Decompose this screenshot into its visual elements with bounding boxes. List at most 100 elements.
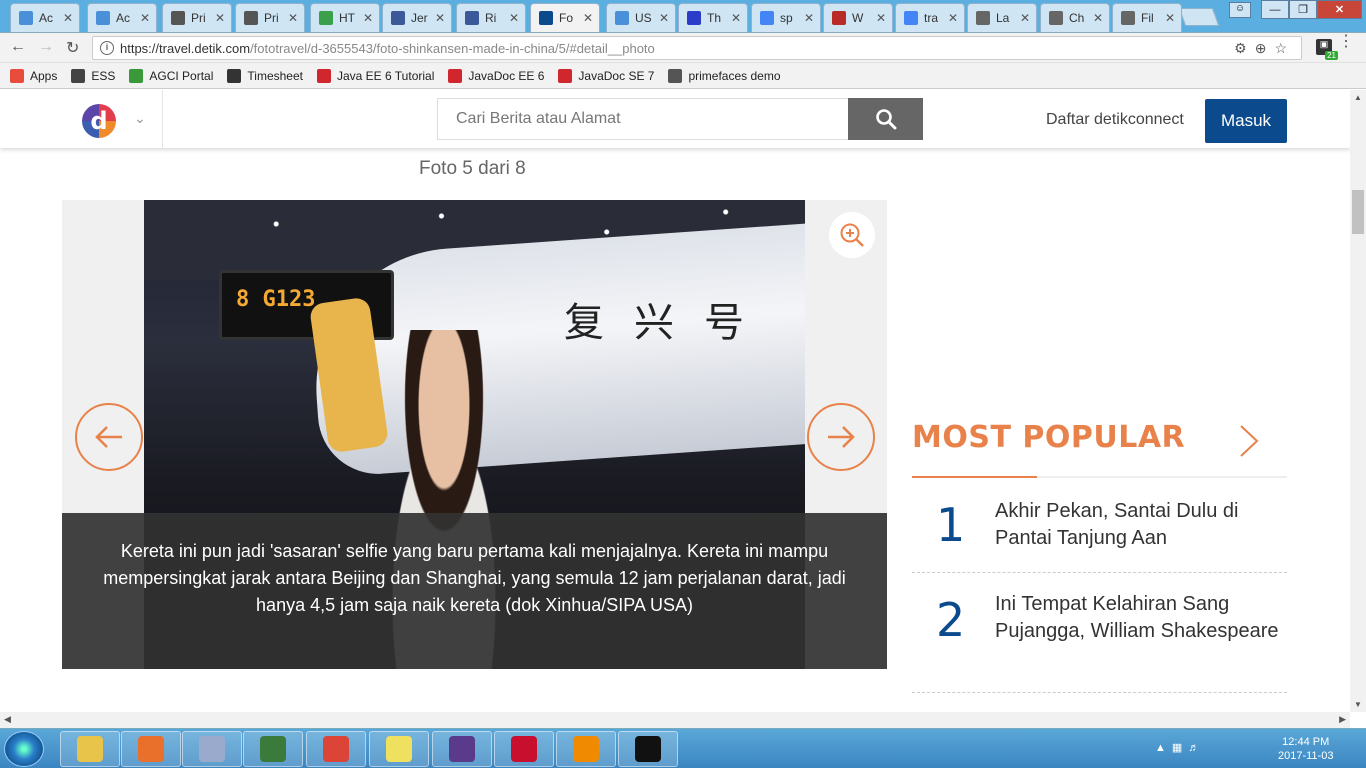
new-tab-button[interactable] [1178, 8, 1220, 26]
browser-tab[interactable]: Ac ✕ [10, 3, 80, 32]
browser-tab[interactable]: sp ✕ [751, 3, 821, 32]
taskbar-app-button[interactable] [243, 731, 303, 767]
bookmark-label: AGCI Portal [149, 68, 214, 83]
tab-label: Pri [191, 11, 206, 25]
tab-close-icon[interactable]: ✕ [804, 11, 814, 25]
close-window-button[interactable]: ✕ [1317, 0, 1362, 19]
maximize-button[interactable]: ❐ [1289, 0, 1317, 19]
tab-close-icon[interactable]: ✕ [435, 11, 445, 25]
search-button[interactable] [848, 98, 923, 140]
tab-close-icon[interactable]: ✕ [63, 11, 73, 25]
browser-tab[interactable]: Ac ✕ [87, 3, 157, 32]
popular-title[interactable]: Akhir Pekan, Santai Dulu di Pantai Tanju… [995, 498, 1280, 552]
start-button[interactable] [4, 731, 44, 767]
reload-icon[interactable]: ↻ [66, 38, 79, 58]
taskbar-app-button[interactable] [494, 731, 554, 767]
bookmark-star-icon[interactable]: ☆ [1274, 40, 1295, 56]
taskbar-app-button[interactable] [60, 731, 120, 767]
tab-close-icon[interactable]: ✕ [288, 11, 298, 25]
browser-tab[interactable]: tra ✕ [895, 3, 965, 32]
bookmark-item[interactable]: Java EE 6 Tutorial [316, 68, 434, 83]
popular-rank: 2 [936, 593, 966, 647]
tab-close-icon[interactable]: ✕ [731, 11, 741, 25]
previous-photo-button[interactable] [75, 403, 143, 471]
taskbar-app-button[interactable] [556, 731, 616, 767]
horizontal-scrollbar[interactable]: ◀ ▶ [0, 712, 1350, 728]
scroll-down-icon[interactable]: ▼ [1354, 700, 1362, 709]
menu-dots-icon[interactable]: ⋮ [1338, 34, 1354, 50]
forward-icon[interactable]: → [38, 38, 54, 56]
tab-close-icon[interactable]: ✕ [509, 11, 519, 25]
translate-icon[interactable]: ⚙ [1234, 40, 1255, 56]
zoom-in-button[interactable] [829, 212, 875, 258]
browser-tab[interactable]: W ✕ [823, 3, 893, 32]
browser-tab[interactable]: La ✕ [967, 3, 1037, 32]
browser-tab[interactable]: Ch ✕ [1040, 3, 1110, 32]
tab-label: Jer [411, 11, 428, 25]
bookmark-item[interactable]: JavaDoc EE 6 [448, 68, 544, 83]
doc-icon [96, 11, 110, 25]
bookmark-item[interactable]: AGCI Portal [129, 68, 214, 83]
scroll-left-icon[interactable]: ◀ [4, 714, 11, 725]
doc-icon [19, 11, 33, 25]
scroll-up-icon[interactable]: ▲ [1354, 93, 1362, 102]
login-button[interactable]: Masuk [1205, 99, 1287, 143]
popular-item[interactable]: 1 Akhir Pekan, Santai Dulu di Pantai Tan… [912, 478, 1287, 573]
scroll-right-icon[interactable]: ▶ [1339, 714, 1346, 725]
back-icon[interactable]: ← [10, 38, 26, 56]
zoom-icon[interactable]: ⊕ [1255, 40, 1275, 56]
register-link[interactable]: Daftar detikconnect [1046, 111, 1184, 129]
bookmark-item[interactable]: Apps [10, 68, 57, 83]
tab-label: La [996, 11, 1010, 25]
info-icon[interactable]: i [100, 41, 114, 55]
browser-tab[interactable]: US ✕ [606, 3, 676, 32]
browser-tab[interactable]: Th ✕ [678, 3, 748, 32]
browser-tab[interactable]: Jer ✕ [382, 3, 452, 32]
tab-close-icon[interactable]: ✕ [215, 11, 225, 25]
bookmark-item[interactable]: ESS [71, 68, 115, 83]
browser-tab[interactable]: HT ✕ [310, 3, 380, 32]
taskbar-app-button[interactable] [618, 731, 678, 767]
network-icon[interactable]: ▦ [1172, 742, 1188, 754]
clock-time: 12:44 PM [1282, 736, 1330, 748]
tray-expand-icon[interactable]: ▲ [1155, 742, 1172, 754]
tab-close-icon[interactable]: ✕ [1093, 11, 1103, 25]
taskbar-app-button[interactable] [182, 731, 242, 767]
tab-close-icon[interactable]: ✕ [659, 11, 669, 25]
taskbar-app-button[interactable] [121, 731, 181, 767]
popular-item[interactable]: 2 Ini Tempat Kelahiran Sang Pujangga, Wi… [912, 573, 1287, 693]
tab-close-icon[interactable]: ✕ [363, 11, 373, 25]
bookmark-item[interactable]: primefaces demo [668, 68, 781, 83]
bookmark-item[interactable]: JavaDoc SE 7 [558, 68, 654, 83]
volume-icon[interactable]: ♬ [1188, 742, 1205, 754]
browser-tab[interactable]: Pri ✕ [235, 3, 305, 32]
search-input[interactable]: Cari Berita atau Alamat [437, 98, 849, 140]
extension-icon[interactable]: ▣ 21 [1316, 39, 1338, 60]
browser-tab[interactable]: Ri ✕ [456, 3, 526, 32]
vertical-scrollbar[interactable]: ▲ ▼ [1350, 90, 1366, 712]
next-photo-button[interactable] [807, 403, 875, 471]
popular-title[interactable]: Ini Tempat Kelahiran Sang Pujangga, Will… [995, 591, 1280, 645]
browser-tab[interactable]: Fo ✕ [530, 3, 600, 32]
tab-close-icon[interactable]: ✕ [140, 11, 150, 25]
detik-logo[interactable]: d [82, 104, 116, 138]
tab-close-icon[interactable]: ✕ [1020, 11, 1030, 25]
tab-close-icon[interactable]: ✕ [948, 11, 958, 25]
taskbar-app-button[interactable] [306, 731, 366, 767]
tab-close-icon[interactable]: ✕ [1165, 11, 1175, 25]
most-popular-section: MOST POPULAR [912, 420, 1185, 455]
minimize-button[interactable]: — [1261, 0, 1289, 19]
chevron-down-icon[interactable]: ⌄ [134, 110, 146, 127]
address-bar[interactable]: i https://travel.detik.com/fototravel/d-… [92, 36, 1302, 60]
browser-tab[interactable]: Pri ✕ [162, 3, 232, 32]
system-clock[interactable]: 12:44 PM 2017-11-03 [1278, 735, 1333, 763]
bookmark-item[interactable]: Timesheet [227, 68, 303, 83]
tab-close-icon[interactable]: ✕ [583, 11, 593, 25]
browser-tab[interactable]: Fil ✕ [1112, 3, 1182, 32]
taskbar-app-button[interactable] [432, 731, 492, 767]
taskbar-app-button[interactable] [369, 731, 429, 767]
profile-icon[interactable]: ☺ [1229, 2, 1251, 18]
scroll-thumb[interactable] [1352, 190, 1364, 234]
tab-close-icon[interactable]: ✕ [876, 11, 886, 25]
chevron-right-icon[interactable] [1237, 424, 1263, 458]
